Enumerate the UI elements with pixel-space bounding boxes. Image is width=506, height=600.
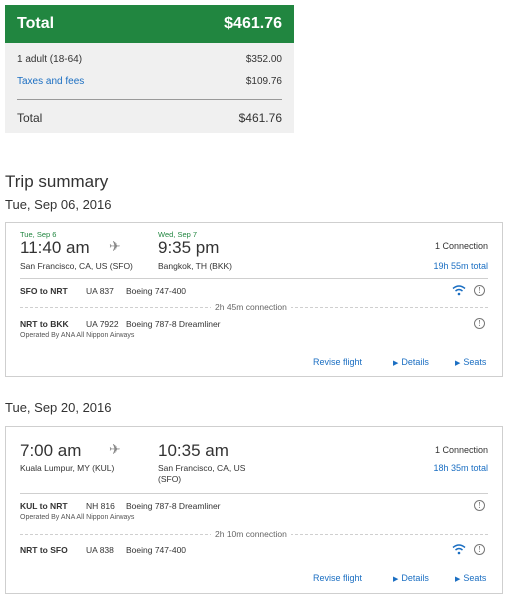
revise-flight-link[interactable]: Revise flight — [313, 357, 362, 367]
operated-by: Operated By ANA All Nippon Airways — [20, 332, 135, 339]
price-row-label: 1 adult (18-64) — [17, 54, 83, 65]
segment-flight-number: UA 7922 — [86, 319, 119, 329]
price-divider — [17, 99, 282, 100]
operated-by: Operated By ANA All Nippon Airways — [20, 514, 135, 521]
total-amount: $461.76 — [224, 15, 282, 32]
segment-divider — [20, 493, 488, 494]
details-link[interactable]: ▶ Details — [393, 357, 429, 367]
triangle-right-icon: ▶ — [455, 360, 461, 367]
wifi-icon — [452, 544, 466, 555]
info-icon[interactable]: ! — [474, 285, 485, 296]
airplane-icon: ✈ — [109, 238, 121, 254]
info-icon[interactable]: ! — [474, 500, 485, 511]
price-row-adult: 1 adult (18-64) $352.00 — [17, 54, 282, 65]
leg-date: Tue, Sep 20, 2016 — [5, 400, 112, 415]
total-label: Total — [17, 15, 55, 32]
arrive-time: 9:35 pm — [158, 238, 220, 257]
segment-flight-number: UA 838 — [86, 545, 114, 555]
segment-route: SFO to NRT — [20, 286, 68, 296]
details-link[interactable]: ▶ Details — [393, 573, 429, 583]
triangle-right-icon: ▶ — [455, 576, 461, 583]
arrive-city: San Francisco, CA, US — [158, 463, 246, 473]
price-total-label: Total — [17, 111, 43, 125]
info-icon[interactable]: ! — [474, 544, 485, 555]
depart-city: San Francisco, CA, US (SFO) — [20, 261, 133, 271]
connection-time: 2h 45m connection — [211, 302, 291, 312]
airplane-icon: ✈ — [109, 441, 121, 457]
segment-aircraft: Boeing 787-8 Dreamliner — [126, 501, 221, 511]
info-icon[interactable]: ! — [474, 318, 485, 329]
price-row-taxes: Taxes and fees $109.76 — [17, 76, 282, 87]
price-summary: Total $461.76 1 adult (18-64) $352.00 Ta… — [5, 5, 294, 133]
segment-aircraft: Boeing 787-8 Dreamliner — [126, 319, 221, 329]
connection-count: 1 Connection — [434, 445, 488, 455]
total-duration: 19h 55m total — [433, 261, 488, 271]
segment-flight-number: UA 837 — [86, 286, 114, 296]
flight-card-return: 7:00 am ✈ 10:35 am Kuala Lumpur, MY (KUL… — [5, 426, 503, 594]
triangle-right-icon: ▶ — [393, 576, 399, 583]
leg-date: Tue, Sep 06, 2016 — [5, 197, 112, 212]
taxes-fees-link[interactable]: Taxes and fees — [17, 76, 84, 87]
arrive-time: 10:35 am — [158, 441, 229, 460]
segment-aircraft: Boeing 747-400 — [126, 286, 187, 296]
trip-summary-title: Trip summary — [5, 172, 109, 191]
total-duration: 18h 35m total — [433, 463, 488, 473]
revise-flight-link[interactable]: Revise flight — [313, 573, 362, 583]
depart-time: 7:00 am — [20, 441, 82, 460]
flight-card-outbound: Tue, Sep 6 11:40 am ✈ Wed, Sep 7 9:35 pm… — [5, 222, 503, 377]
depart-time: 11:40 am — [20, 238, 90, 257]
segment-route: KUL to NRT — [20, 501, 68, 511]
segment-route: NRT to SFO — [20, 545, 68, 555]
price-header: Total $461.76 — [5, 5, 294, 43]
price-row-total: Total $461.76 — [17, 111, 282, 125]
price-row-amount: $352.00 — [245, 54, 282, 65]
segment-divider — [20, 278, 488, 279]
wifi-icon — [452, 285, 466, 296]
arrive-city-code: (SFO) — [158, 474, 182, 484]
depart-city: Kuala Lumpur, MY (KUL) — [20, 463, 115, 473]
connection-count: 1 Connection — [434, 241, 488, 251]
segment-flight-number: NH 816 — [86, 501, 115, 511]
price-row-amount: $109.76 — [245, 76, 282, 87]
seats-link[interactable]: ▶ Seats — [455, 573, 486, 583]
triangle-right-icon: ▶ — [393, 360, 399, 367]
arrive-city: Bangkok, TH (BKK) — [158, 261, 233, 271]
segment-aircraft: Boeing 747-400 — [126, 545, 187, 555]
connection-time: 2h 10m connection — [211, 529, 291, 539]
segment-route: NRT to BKK — [20, 319, 69, 329]
price-total-amount: $461.76 — [238, 111, 282, 125]
seats-link[interactable]: ▶ Seats — [455, 357, 486, 367]
